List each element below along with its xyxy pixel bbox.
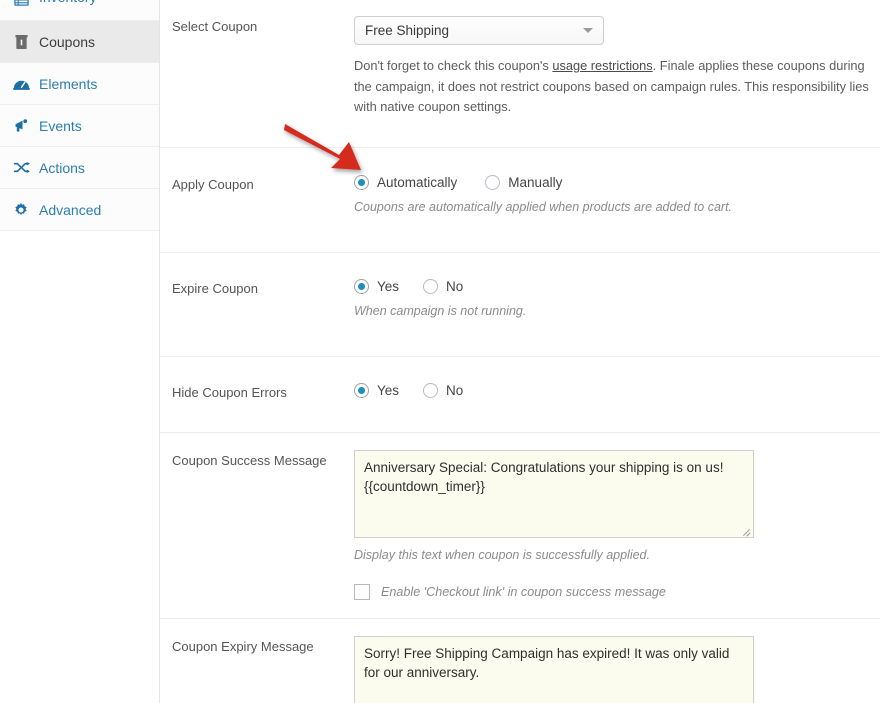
field-row-hide-coupon-errors: Hide Coupon Errors Yes No [160, 357, 880, 433]
coupon-expiry-message-textarea[interactable] [354, 635, 754, 703]
sidebar: Inventory Coupons Elements Events [0, 0, 160, 703]
coupons-settings-panel: Select Coupon Free Shipping Don't forget… [160, 0, 880, 703]
radio-label: Manually [508, 174, 563, 190]
select-coupon-label: Select Coupon [172, 19, 258, 34]
radio-indicator[interactable] [423, 279, 439, 295]
coupon-expiry-message-textarea-wrap [354, 635, 754, 703]
radio-indicator[interactable] [354, 382, 369, 398]
field-row-coupon-expiry-message: Coupon Expiry Message Display this text … [160, 619, 880, 703]
field-row-apply-coupon: Apply Coupon Automatically Manually Coup… [160, 148, 880, 254]
apply-coupon-radio-group: Automatically Manually [354, 174, 874, 190]
app-screen: Inventory Coupons Elements Events [0, 0, 880, 703]
hide-coupon-errors-label: Hide Coupon Errors [172, 384, 287, 400]
field-row-select-coupon: Select Coupon Free Shipping Don't forget… [160, 0, 880, 148]
radio-expire-coupon-yes[interactable]: Yes [354, 279, 400, 295]
radio-indicator[interactable] [423, 382, 439, 398]
sidebar-item-elements[interactable]: Elements [0, 63, 159, 105]
sidebar-item-label: Events [39, 117, 82, 134]
inventory-icon [12, 0, 30, 8]
coupon-ticket-icon [12, 33, 30, 51]
select-coupon-value[interactable]: Free Shipping [354, 16, 604, 45]
sidebar-item-actions[interactable]: Actions [0, 147, 159, 189]
select-coupon-description: Don't forget to check this coupon's usag… [354, 56, 874, 118]
checkout-link-checkbox-row[interactable]: Enable 'Checkout link' in coupon success… [354, 583, 874, 600]
sidebar-item-events[interactable]: Events [0, 105, 159, 147]
sidebar-item-coupons[interactable]: Coupons [0, 21, 159, 63]
apply-coupon-hint: Coupons are automatically applied when p… [354, 199, 733, 214]
checkout-link-checkbox-label: Enable 'Checkout link' in coupon success… [381, 584, 666, 599]
field-row-coupon-success-message: Coupon Success Message Display this text… [160, 433, 880, 619]
radio-indicator[interactable] [485, 174, 501, 190]
apply-coupon-field: Automatically Manually Coupons are autom… [354, 174, 880, 227]
sidebar-item-inventory[interactable]: Inventory [0, 0, 159, 21]
radio-label: Automatically [377, 174, 458, 190]
radio-expire-coupon-no[interactable]: No [423, 279, 464, 295]
megaphone-icon [12, 117, 30, 135]
coupon-success-message-label: Coupon Success Message [172, 452, 327, 468]
sidebar-item-label: Coupons [39, 33, 96, 50]
radio-label: Yes [377, 382, 400, 398]
radio-indicator[interactable] [354, 279, 369, 295]
hide-coupon-errors-field: Yes No [354, 382, 880, 398]
usage-restrictions-link[interactable]: usage restrictions [552, 58, 652, 73]
radio-apply-coupon-automatically[interactable]: Automatically [354, 174, 458, 190]
coupon-success-message-hint: Display this text when coupon is success… [354, 547, 650, 562]
expire-coupon-label: Expire Coupon [172, 281, 258, 297]
coupon-expiry-message-label: Coupon Expiry Message [172, 638, 314, 654]
sidebar-nav-list: Inventory Coupons Elements Events [0, 0, 159, 231]
shuffle-icon [12, 159, 30, 177]
radio-indicator[interactable] [354, 174, 369, 190]
radio-hide-coupon-errors-no[interactable]: No [423, 382, 464, 398]
coupon-expiry-message-field: Display this text when coupon expires. [354, 635, 880, 703]
expire-coupon-radio-group: Yes No [354, 278, 874, 295]
apply-coupon-label: Apply Coupon [172, 176, 254, 192]
select-coupon-dropdown[interactable]: Free Shipping [354, 16, 604, 45]
sidebar-item-advanced[interactable]: Advanced [0, 189, 159, 231]
radio-label: Yes [377, 279, 400, 295]
select-coupon-field: Free Shipping Don't forget to check this… [354, 16, 880, 131]
radio-label: No [446, 382, 464, 398]
description-text-before: Don't forget to check this coupon's [354, 58, 553, 73]
elements-dashboard-icon [12, 75, 30, 93]
expire-coupon-hint: When campaign is not running. [354, 304, 527, 319]
radio-label: No [446, 279, 464, 295]
sidebar-item-label: Actions [39, 159, 85, 176]
sidebar-item-label: Elements [39, 75, 98, 92]
radio-apply-coupon-manually[interactable]: Manually [485, 174, 563, 190]
gear-icon [12, 201, 30, 219]
coupon-success-message-textarea[interactable] [354, 449, 754, 538]
checkout-link-checkbox[interactable] [354, 583, 370, 600]
sidebar-item-label: Advanced [39, 201, 102, 218]
expire-coupon-field: Yes No When campaign is not running. [354, 278, 880, 331]
sidebar-item-label: Inventory [39, 0, 97, 4]
coupon-success-message-field: Display this text when coupon is success… [354, 449, 880, 600]
field-row-expire-coupon: Expire Coupon Yes No When campaign is no… [160, 253, 880, 357]
coupon-success-message-textarea-wrap [354, 449, 754, 538]
radio-hide-coupon-errors-yes[interactable]: Yes [354, 382, 400, 398]
hide-coupon-errors-radio-group: Yes No [354, 382, 874, 398]
